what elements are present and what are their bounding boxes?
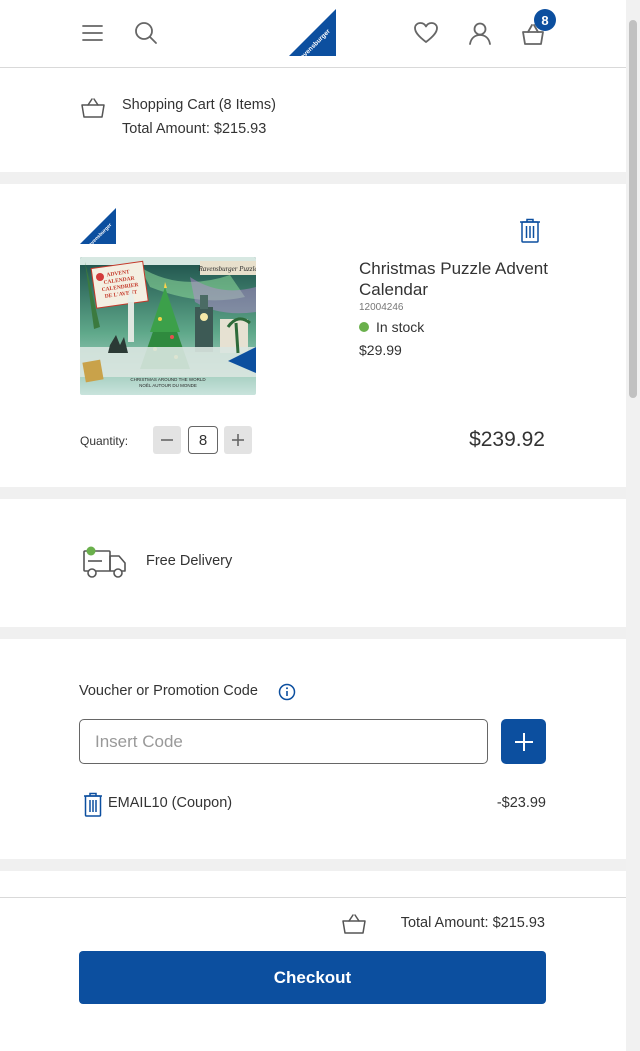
stock-status-label: In stock	[376, 319, 425, 335]
footer-total-amount: Total Amount: $215.93	[400, 915, 545, 931]
increase-quantity-button[interactable]	[224, 426, 252, 454]
apply-voucher-button[interactable]	[501, 719, 546, 764]
coupon-discount-amount: -$23.99	[496, 795, 546, 811]
cart-summary-title: Shopping Cart (8 Items)	[122, 97, 276, 113]
box-tagline-1: CHRISTMAS AROUND THE WORLD	[130, 377, 206, 382]
site-header: Ravensburger 8	[0, 0, 626, 68]
product-image[interactable]: Ravensburger Puzzle ADVENT CALENDAR CALE…	[80, 257, 256, 395]
section-divider	[0, 172, 626, 184]
checkout-button[interactable]: Checkout	[79, 951, 546, 1004]
minus-icon	[161, 439, 173, 441]
in-stock-dot-icon	[359, 322, 369, 332]
plus-icon	[514, 732, 533, 751]
line-total-price: $239.92	[469, 428, 545, 451]
decrease-quantity-button[interactable]	[153, 426, 181, 454]
remove-coupon-trash-icon[interactable]	[83, 792, 103, 822]
free-delivery-label: Free Delivery	[146, 553, 233, 569]
hamburger-menu-icon[interactable]	[80, 20, 106, 46]
scrollbar-thumb[interactable]	[629, 20, 637, 398]
footer-border	[0, 897, 626, 898]
ravensburger-logo[interactable]: Ravensburger	[289, 9, 336, 64]
user-icon[interactable]	[467, 20, 493, 46]
unit-price: $29.99	[359, 342, 402, 358]
product-sku: 12004246	[359, 302, 404, 313]
heart-icon[interactable]	[413, 20, 439, 46]
scrollbar[interactable]	[626, 0, 640, 1051]
cart-count-badge[interactable]: 8	[534, 9, 556, 31]
delivery-truck-icon	[82, 545, 128, 584]
stock-status: In stock	[359, 319, 424, 335]
quantity-input[interactable]: 8	[188, 426, 218, 454]
section-divider	[0, 627, 626, 639]
box-brand-text: Ravensburger Puzzle	[197, 265, 256, 273]
quantity-label: Quantity:	[80, 434, 129, 448]
info-icon[interactable]	[278, 683, 296, 706]
basket-icon	[80, 96, 106, 125]
section-divider	[0, 487, 626, 499]
basket-icon	[341, 912, 367, 941]
remove-item-trash-icon[interactable]	[519, 218, 541, 248]
voucher-label: Voucher or Promotion Code	[79, 683, 258, 699]
section-divider	[0, 859, 626, 871]
ravensburger-brand-badge: Ravensburger	[80, 208, 116, 250]
coupon-name: EMAIL10 (Coupon)	[108, 795, 233, 811]
product-name[interactable]: Christmas Puzzle Advent Calendar	[359, 258, 549, 300]
plus-icon	[232, 434, 244, 446]
cart-summary-total: Total Amount: $215.93	[122, 121, 267, 137]
box-tagline-2: NOËL AUTOUR DU MONDE	[139, 382, 197, 388]
voucher-code-input[interactable]	[79, 719, 488, 764]
search-icon[interactable]	[133, 20, 159, 46]
